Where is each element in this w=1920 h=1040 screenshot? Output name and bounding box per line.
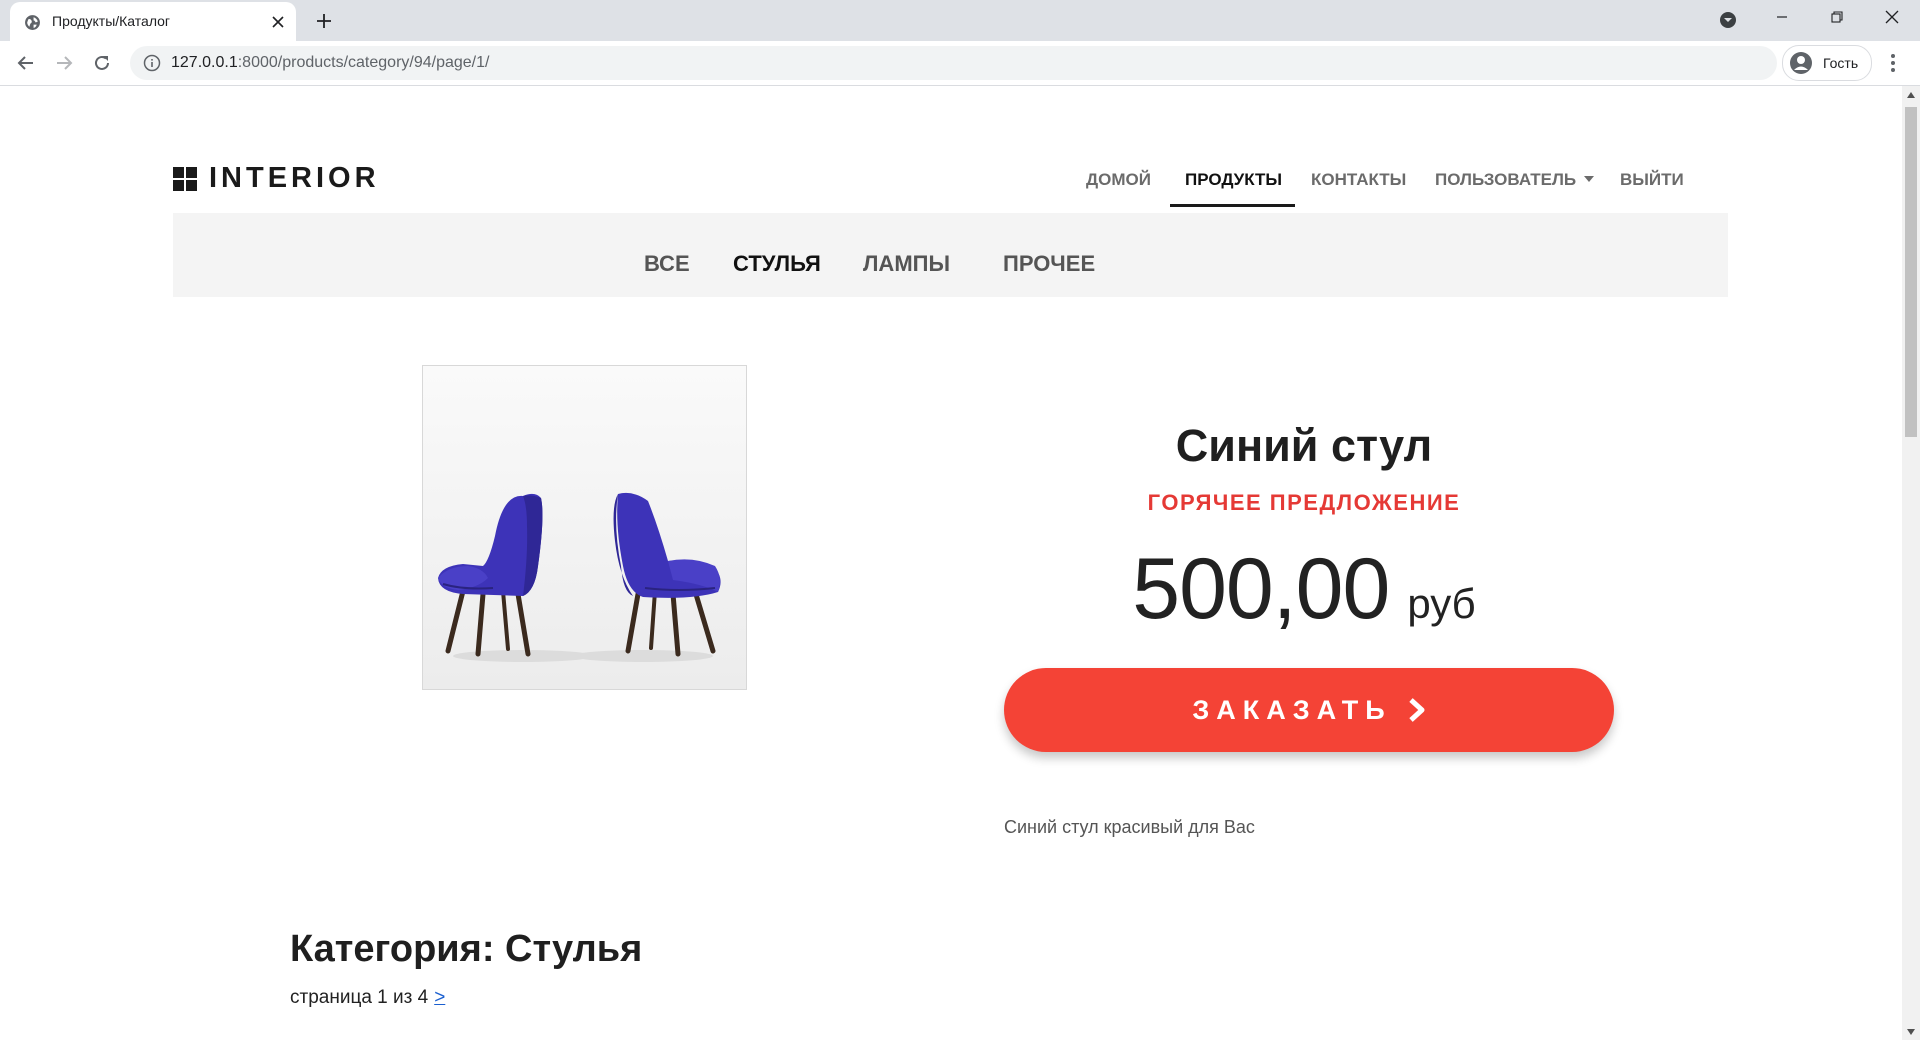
- browser-menu-button[interactable]: [1885, 51, 1901, 75]
- minimize-icon: [1777, 16, 1787, 18]
- product-description: Синий стул красивый для Вас: [1004, 817, 1255, 837]
- category-chairs[interactable]: СТУЛЬЯ: [733, 251, 821, 277]
- close-tab-button[interactable]: [268, 12, 288, 32]
- forward-icon: [57, 56, 73, 70]
- nav-products[interactable]: ПРОДУКТЫ: [1185, 170, 1282, 190]
- tab-search-button[interactable]: [1718, 10, 1738, 30]
- minimize-button[interactable]: [1755, 0, 1809, 34]
- url-text[interactable]: 127.0.0.1:8000/products/category/94/page…: [171, 54, 489, 72]
- scroll-thumb[interactable]: [1905, 107, 1917, 437]
- product-image[interactable]: [422, 365, 747, 690]
- forward-button[interactable]: [50, 49, 78, 77]
- category-lamps[interactable]: ЛАМПЫ: [863, 251, 950, 277]
- globe-icon: [25, 15, 40, 30]
- profile-label: Гость: [1823, 55, 1859, 71]
- logo-grid-icon: [173, 166, 197, 191]
- category-other[interactable]: ПРОЧЕЕ: [1003, 251, 1095, 277]
- restore-icon: [1831, 11, 1843, 23]
- scroll-down-button[interactable]: [1902, 1023, 1920, 1040]
- nav-user-dropdown[interactable]: ПОЛЬЗОВАТЕЛЬ: [1435, 170, 1595, 190]
- caret-down-icon: [1584, 176, 1595, 183]
- scroll-up-button[interactable]: [1902, 86, 1920, 103]
- chevron-right-icon: [1408, 698, 1425, 722]
- page-scrollbar[interactable]: [1902, 86, 1920, 1040]
- restore-button[interactable]: [1810, 0, 1864, 34]
- pagination-text: страница 1 из 4: [290, 987, 429, 1008]
- triangle-up-icon: [1907, 91, 1915, 98]
- reload-icon: [95, 55, 109, 70]
- site-logo[interactable]: INTERIOR: [173, 162, 380, 195]
- url-path: :8000/products/category/94/page/1/: [237, 54, 490, 71]
- nav-contacts[interactable]: КОНТАКТЫ: [1311, 170, 1406, 190]
- browser-toolbar: 127.0.0.1:8000/products/category/94/page…: [0, 41, 1920, 86]
- tab-strip: Продукты/Каталог: [0, 0, 1920, 41]
- order-button-label: ЗАКАЗАТЬ: [1192, 694, 1392, 725]
- category-all[interactable]: ВСЕ: [644, 251, 690, 277]
- user-avatar-icon: [1790, 52, 1812, 74]
- back-button[interactable]: [12, 49, 40, 77]
- logo-text: INTERIOR: [209, 162, 380, 194]
- category-heading: Категория: Стулья: [290, 928, 643, 970]
- browser-tab[interactable]: Продукты/Каталог: [10, 2, 296, 41]
- plus-icon: [317, 14, 331, 28]
- nav-user-label: ПОЛЬЗОВАТЕЛЬ: [1435, 170, 1577, 189]
- product-price: 500,00 руб: [1004, 540, 1604, 639]
- next-page-link[interactable]: >: [434, 987, 445, 1008]
- reload-button[interactable]: [88, 49, 116, 77]
- triangle-down-icon: [1907, 1028, 1915, 1035]
- close-icon: [1885, 10, 1899, 24]
- pagination: страница 1 из 4 >: [290, 987, 445, 1009]
- product-title: Синий стул: [1175, 420, 1433, 471]
- close-window-button[interactable]: [1865, 0, 1919, 34]
- nav-home[interactable]: ДОМОЙ: [1086, 170, 1151, 190]
- active-nav-underline: [1170, 204, 1295, 207]
- profile-button[interactable]: Гость: [1782, 45, 1872, 81]
- hot-offer-badge: ГОРЯЧЕЕ ПРЕДЛОЖЕНИЕ: [1147, 490, 1461, 515]
- back-icon: [17, 56, 33, 70]
- info-icon[interactable]: [143, 54, 161, 72]
- chevron-down-circle-icon: [1720, 12, 1736, 28]
- tab-title: Продукты/Каталог: [52, 13, 171, 29]
- address-bar[interactable]: 127.0.0.1:8000/products/category/94/page…: [130, 46, 1777, 80]
- new-tab-button[interactable]: [310, 6, 338, 34]
- close-icon: [272, 16, 284, 28]
- kebab-icon: [1891, 54, 1895, 72]
- nav-logout[interactable]: ВЫЙТИ: [1620, 170, 1684, 190]
- price-currency: руб: [1407, 580, 1476, 627]
- category-bar: ВСЕ СТУЛЬЯ ЛАМПЫ ПРОЧЕЕ: [173, 213, 1728, 297]
- blue-chairs-illustration: [423, 366, 746, 689]
- order-button[interactable]: ЗАКАЗАТЬ: [1004, 668, 1614, 752]
- price-value: 500,00: [1132, 541, 1390, 637]
- url-host: 127.0.0.1: [171, 54, 238, 71]
